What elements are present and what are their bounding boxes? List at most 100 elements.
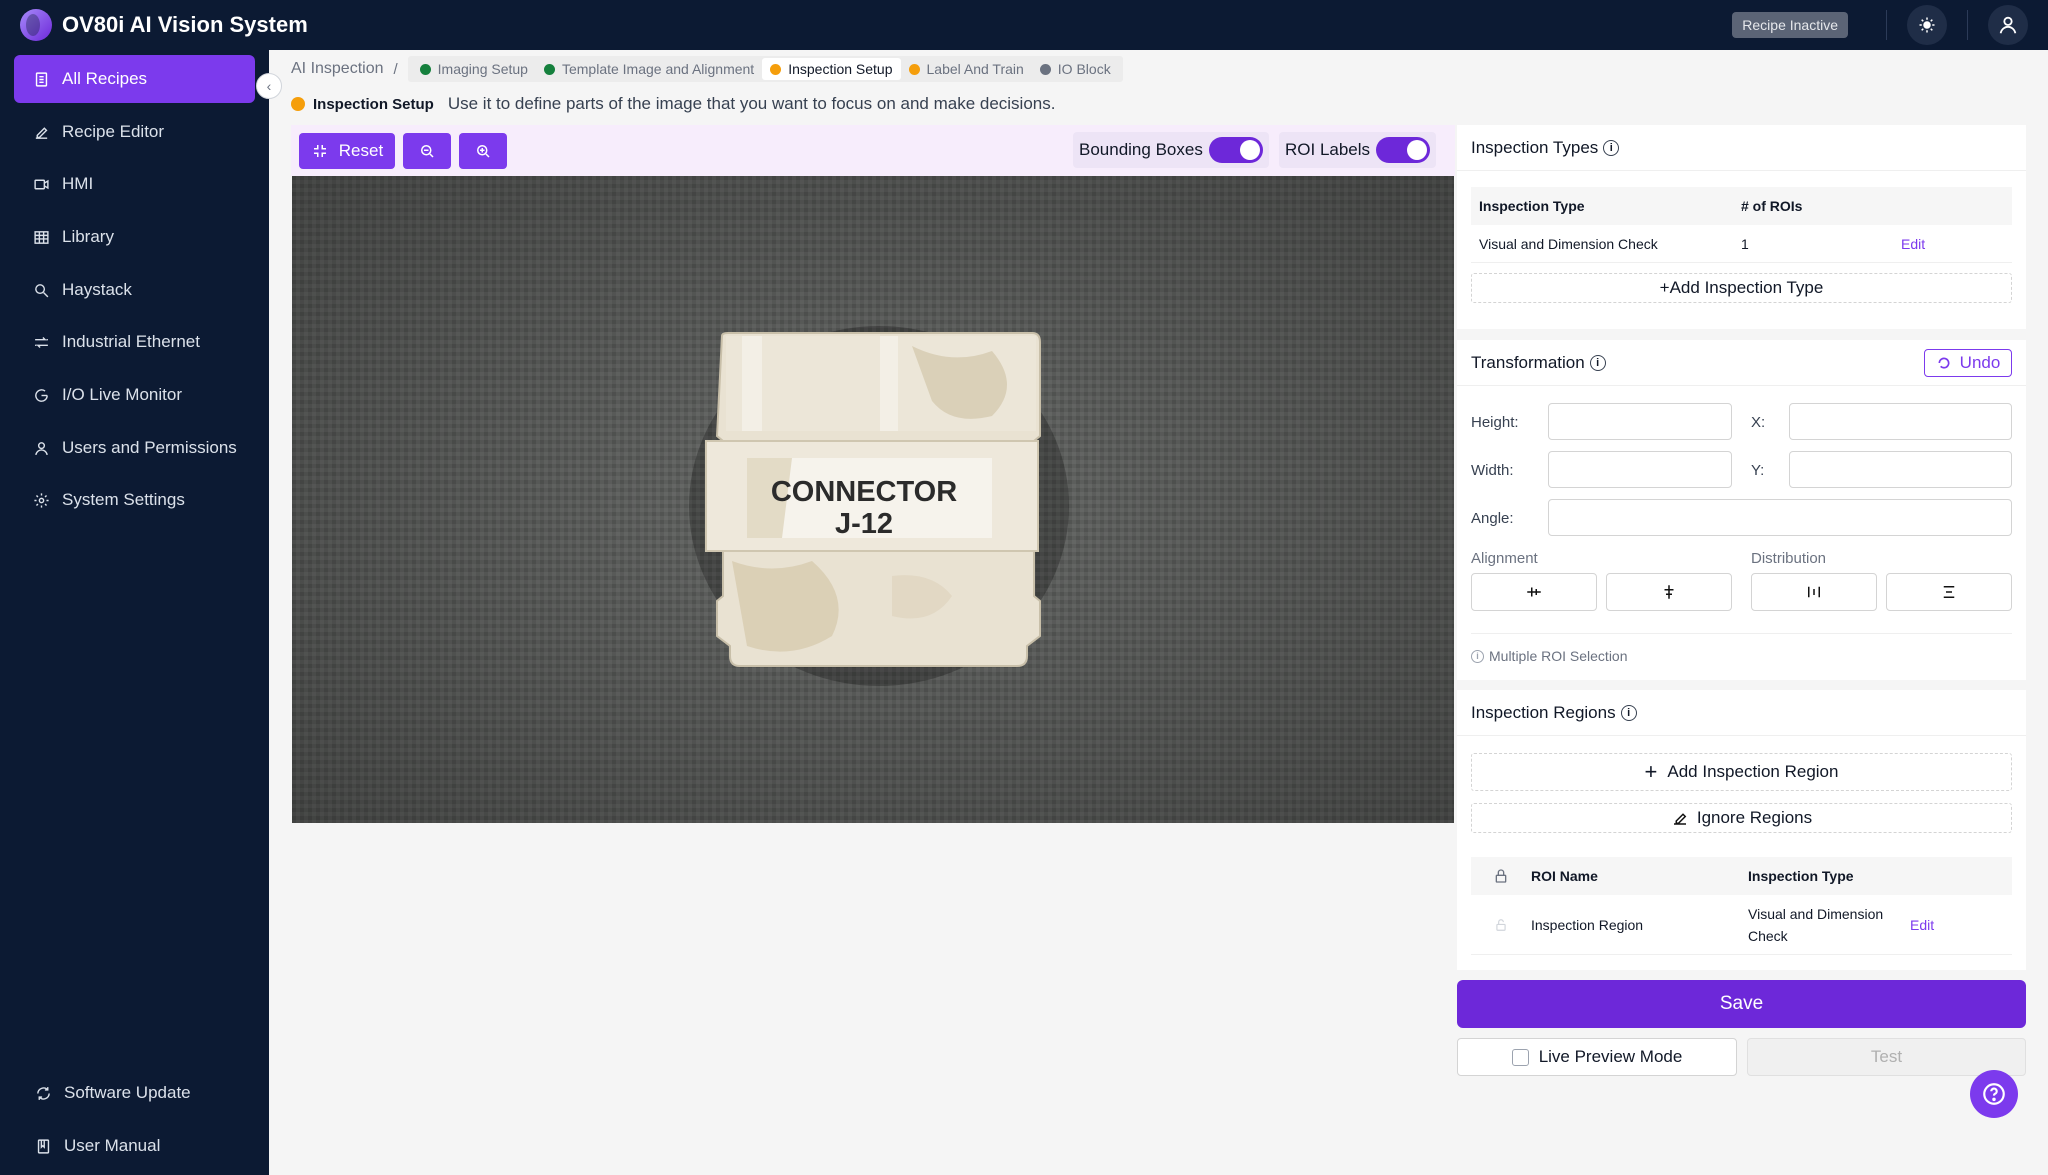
- status-dot-icon: [770, 63, 782, 75]
- grid-icon: [32, 228, 50, 246]
- transformation-panel: Transformation i Undo Height: X: Width: …: [1457, 340, 2026, 680]
- transformation-title: Transformation: [1471, 352, 1585, 372]
- search-icon: [32, 281, 50, 299]
- lock-toggle-icon[interactable]: [1471, 918, 1531, 932]
- theme-toggle-button[interactable]: [1907, 5, 1947, 45]
- info-icon[interactable]: i: [1589, 354, 1606, 371]
- info-icon[interactable]: i: [1620, 704, 1637, 721]
- distribute-vertical-button[interactable]: [1886, 573, 2012, 611]
- sidebar-collapse-button[interactable]: ‹: [256, 73, 282, 99]
- zoom-out-button[interactable]: [403, 132, 451, 169]
- table-row: Visual and Dimension Check 1 Edit: [1471, 225, 2012, 263]
- app-title: OV80i AI Vision System: [62, 12, 308, 37]
- inspection-types-title: Inspection Types: [1471, 137, 1599, 157]
- edit-inspection-type-link[interactable]: Edit: [1901, 236, 1925, 252]
- align-horizontal-center-button[interactable]: [1471, 573, 1597, 611]
- status-dot-icon: [291, 97, 305, 111]
- sidebar-item-industrial-ethernet[interactable]: Industrial Ethernet: [14, 318, 255, 366]
- table-row: Inspection Region Visual and Dimension C…: [1471, 895, 2012, 955]
- test-button[interactable]: Test: [1747, 1038, 2026, 1076]
- step-inspection-setup[interactable]: Inspection Setup: [762, 58, 901, 80]
- zoom-in-icon: [477, 144, 490, 158]
- save-button[interactable]: Save: [1457, 980, 2026, 1028]
- sidebar-item-users-permissions[interactable]: Users and Permissions: [14, 424, 255, 472]
- image-toolbar: Reset Bounding Boxes ROI Labels: [291, 125, 1455, 176]
- breadcrumb: AI Inspection / Imaging Setup Template I…: [291, 56, 1123, 82]
- plus-icon: +: [1644, 759, 1658, 784]
- connector-label-line2: J-12: [835, 508, 893, 540]
- eraser-icon: [1673, 813, 1687, 825]
- inspection-regions-table: ROI Name Inspection Type Inspection Regi…: [1471, 857, 2012, 955]
- sidebar-item-all-recipes[interactable]: All Recipes: [14, 55, 255, 103]
- multiple-roi-selection-hint: i Multiple ROI Selection: [1471, 648, 1628, 664]
- angle-input[interactable]: [1548, 499, 2012, 536]
- user-avatar-button[interactable]: [1988, 5, 2028, 45]
- sidebar-item-hmi[interactable]: HMI: [14, 160, 255, 208]
- lock-icon: [1471, 868, 1531, 884]
- user-icon: [1999, 16, 2017, 34]
- height-input[interactable]: [1548, 403, 1732, 440]
- inspection-types-panel: Inspection Types i Inspection Type # of …: [1457, 125, 2026, 329]
- page-title: Inspection Setup: [313, 95, 434, 113]
- align-vertical-center-button[interactable]: [1606, 573, 1732, 611]
- page-subtitle: Inspection Setup Use it to define parts …: [291, 94, 1055, 114]
- ethernet-icon: [32, 333, 50, 351]
- sidebar-item-haystack[interactable]: Haystack: [14, 266, 255, 314]
- zoom-out-icon: [421, 144, 434, 158]
- zoom-in-button[interactable]: [459, 132, 507, 169]
- step-imaging-setup[interactable]: Imaging Setup: [412, 58, 536, 80]
- roi-labels-toggle[interactable]: [1376, 137, 1431, 163]
- inspection-regions-panel: Inspection Regions i + Add Inspection Reg…: [1457, 690, 2026, 970]
- undo-button[interactable]: Undo: [1924, 349, 2012, 377]
- sidebar-item-system-settings[interactable]: System Settings: [14, 476, 255, 524]
- status-dot-icon: [908, 63, 920, 75]
- sidebar-item-library[interactable]: Library: [14, 213, 255, 261]
- breadcrumb-root[interactable]: AI Inspection: [291, 60, 384, 78]
- recipe-status-badge: Recipe Inactive: [1732, 12, 1848, 38]
- status-dot-icon: [1039, 63, 1051, 75]
- sun-icon: [1919, 17, 1935, 33]
- bounding-boxes-toggle-group: Bounding Boxes: [1073, 132, 1269, 168]
- collapse-icon: [313, 144, 326, 157]
- inspection-image[interactable]: CONNECTOR J-12: [292, 176, 1454, 823]
- step-template-alignment[interactable]: Template Image and Alignment: [536, 58, 762, 80]
- sidebar-item-user-manual[interactable]: User Manual: [14, 1122, 255, 1170]
- sidebar: All Recipes Recipe Editor HMI Library Ha…: [0, 50, 269, 1175]
- bounding-boxes-toggle[interactable]: [1208, 137, 1263, 163]
- user-icon: [32, 439, 50, 457]
- sidebar-item-recipe-editor[interactable]: Recipe Editor: [14, 108, 255, 156]
- top-bar: OV80i AI Vision System Recipe Inactive: [0, 0, 2048, 50]
- plus-icon: +: [1659, 278, 1670, 297]
- video-icon: [32, 175, 50, 193]
- edit-region-link[interactable]: Edit: [1910, 917, 1934, 933]
- inspection-regions-title: Inspection Regions: [1471, 702, 1616, 722]
- inspection-types-table: Inspection Type # of ROIs Visual and Dim…: [1471, 187, 2012, 263]
- app-logo-icon: [20, 9, 52, 41]
- gear-icon: [32, 491, 50, 509]
- book-icon: [34, 1137, 52, 1155]
- distribute-horizontal-icon: [1808, 586, 1820, 598]
- step-io-block[interactable]: IO Block: [1032, 58, 1119, 80]
- help-button[interactable]: [1970, 1070, 2018, 1118]
- add-inspection-region-button[interactable]: + Add Inspection Region: [1471, 753, 2012, 791]
- step-label-train[interactable]: Label And Train: [901, 58, 1032, 80]
- document-icon: [32, 70, 50, 88]
- width-input[interactable]: [1548, 451, 1732, 488]
- status-dot-icon: [543, 63, 555, 75]
- distribute-horizontal-button[interactable]: [1751, 573, 1877, 611]
- reset-button[interactable]: Reset: [299, 132, 395, 169]
- live-preview-toggle[interactable]: Live Preview Mode: [1457, 1038, 1737, 1076]
- refresh-icon: [34, 1084, 52, 1102]
- info-icon[interactable]: i: [1603, 139, 1620, 156]
- ignore-regions-button[interactable]: Ignore Regions: [1471, 803, 2012, 833]
- sidebar-item-software-update[interactable]: Software Update: [14, 1069, 255, 1117]
- live-preview-checkbox[interactable]: [1511, 1048, 1529, 1066]
- monitor-icon: [32, 386, 50, 404]
- x-input[interactable]: [1789, 403, 2012, 440]
- undo-icon: [1938, 357, 1950, 369]
- y-input[interactable]: [1789, 451, 2012, 488]
- add-inspection-type-button[interactable]: + Add Inspection Type: [1471, 273, 2012, 303]
- sidebar-item-io-live-monitor[interactable]: I/O Live Monitor: [14, 371, 255, 419]
- chevron-left-icon: ‹: [266, 78, 272, 94]
- status-dot-icon: [419, 63, 431, 75]
